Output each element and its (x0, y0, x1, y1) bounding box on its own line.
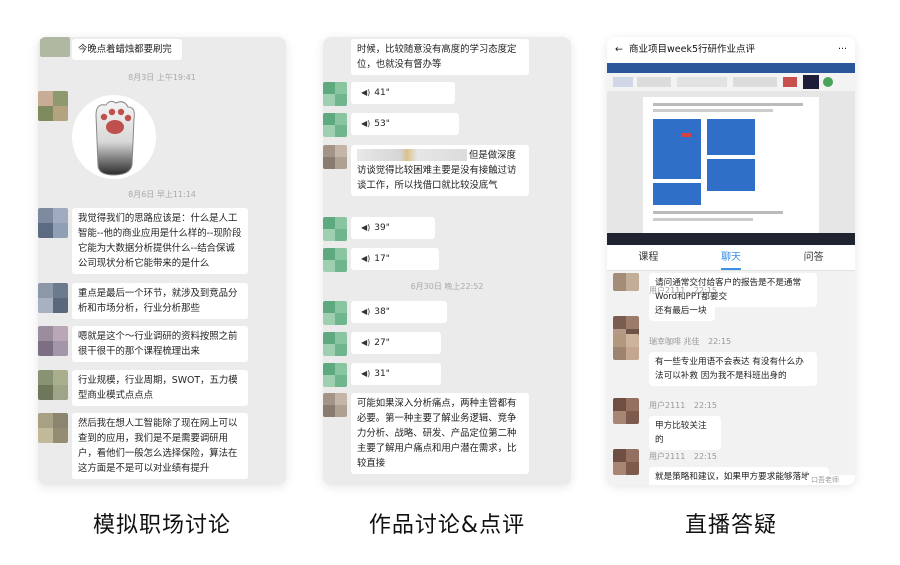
voice-wave-icon: ◀) (361, 307, 371, 316)
avatar[interactable] (38, 413, 68, 443)
timestamp: 8月3日 上午19:41 (128, 73, 196, 82)
voice-duration: 53" (374, 119, 390, 129)
chat-message: 有一些专业用语不会表达 有没有什么办法可以补救 因为我不是科班出身的 (649, 352, 817, 386)
tab-course[interactable]: 课程 (638, 245, 658, 270)
sticker-image (72, 95, 156, 179)
voice-wave-icon: ◀) (361, 88, 371, 97)
username: 用户2111 22:15 (649, 286, 717, 295)
tab-bar: 课程 聊天 问答 (607, 245, 855, 271)
message-bubble: 可能如果深入分析痛点，两种主管都有必要。第一种主要了解业务逻辑、竞争力分析、战略… (351, 393, 529, 474)
back-arrow-icon[interactable]: ← (615, 37, 623, 63)
chat-message: 甲方比较关注的 (649, 416, 721, 450)
avatar[interactable] (40, 37, 70, 57)
username: 瑞幸咖啡 兆佳 22:15 (649, 337, 732, 346)
avatar[interactable] (613, 449, 639, 475)
avatar[interactable] (323, 393, 347, 417)
voice-message[interactable]: ◀) 27" (351, 332, 441, 354)
avatar[interactable] (323, 301, 347, 325)
avatar[interactable] (323, 332, 347, 356)
caption-live-qa: 直播答疑 (684, 513, 777, 538)
avatar[interactable] (323, 113, 347, 137)
username: 用户2111 22:15 (649, 401, 717, 410)
caption-review: 作品讨论&点评 (368, 513, 526, 538)
avatar[interactable] (323, 145, 347, 169)
tab-qa[interactable]: 问答 (804, 245, 824, 270)
timestamp: 6月30日 晚上22:52 (410, 282, 484, 291)
message-bubble: 我觉得我们的思路应该是：什么是人工智能--他的商业应用是什么样的--现阶段它能为… (72, 208, 248, 274)
avatar[interactable] (38, 283, 68, 313)
voice-message[interactable]: ◀) 53" (351, 113, 459, 135)
message-bubble: 行业规模，行业周期，SWOT，五力模型商业模式点点点 (72, 370, 248, 406)
voice-wave-icon: ◀) (361, 338, 371, 347)
avatar[interactable] (323, 217, 347, 241)
voice-duration: 27" (374, 338, 390, 348)
voice-message[interactable]: ◀) 17" (351, 248, 439, 270)
chat-message: 还有最后一块 (649, 301, 715, 321)
caption-discussion: 模拟职场讨论 (92, 513, 231, 538)
message-bubble: 嗯就是这个～行业调研的资料按照之前很干很干的那个课程梳理出来 (72, 326, 248, 362)
live-title: 商业项目week5行研作业点评 (629, 44, 756, 55)
voice-wave-icon: ◀) (361, 223, 371, 232)
word-titlebar (607, 63, 855, 73)
message-bubble: 今晚点着蜡烛都要刷完 (72, 39, 182, 60)
message-bubble: 重点是最后一个环节，就涉及到竞品分析和市场分析，行业分析那些 (72, 283, 248, 319)
message-bubble: 时候，比较随意没有高度的学习态度定位，也就没有督办等 (351, 39, 529, 75)
voice-wave-icon: ◀) (361, 254, 371, 263)
tab-chat[interactable]: 聊天 (720, 245, 741, 270)
voice-wave-icon: ◀) (361, 119, 371, 128)
avatar[interactable] (323, 82, 347, 106)
live-header: ← 商业项目week5行研作业点评 ··· (607, 37, 855, 63)
voice-duration: 41" (374, 88, 390, 98)
word-ribbon (607, 73, 855, 91)
voice-duration: 17" (374, 254, 390, 264)
word-page (643, 97, 819, 233)
avatar[interactable] (323, 363, 347, 387)
avatar[interactable] (613, 273, 639, 291)
more-icon[interactable]: ··· (838, 37, 847, 63)
timestamp: 8月6日 早上11:14 (128, 190, 196, 199)
live-qa-panel: ← 商业项目week5行研作业点评 ··· 课程 聊天 问答 请问通常交付给客户… (607, 37, 855, 485)
avatar[interactable] (38, 91, 68, 121)
username: 用户2111 22:15 (649, 452, 717, 461)
redacted-text (357, 149, 467, 161)
voice-duration: 39" (374, 223, 390, 233)
message-bubble: 然后我在想人工智能除了现在网上可以查到的应用，我们是不是需要调研用户，看他们一般… (72, 413, 248, 479)
cat-paw-sticker-icon (95, 100, 135, 176)
taskbar (607, 233, 855, 245)
avatar[interactable] (613, 334, 639, 360)
word-canvas (607, 91, 855, 233)
live-video-screen[interactable] (607, 63, 855, 245)
avatar[interactable] (323, 248, 347, 272)
voice-message[interactable]: ◀) 38" (351, 301, 447, 323)
review-chat-panel: 时候，比较随意没有高度的学习态度定位，也就没有督办等 ◀) 41" ◀) 53" 但… (323, 37, 571, 485)
avatar[interactable] (38, 326, 68, 356)
voice-message[interactable]: ◀) 41" (351, 82, 455, 104)
voice-message[interactable]: ◀) 31" (351, 363, 441, 385)
discussion-chat-panel: 今晚点着蜡烛都要刷完 8月3日 上午19:41 8月6日 早上11:14 我觉得… (38, 37, 286, 485)
chat-input-hint[interactable]: 口吾老师 (807, 475, 855, 485)
voice-duration: 31" (374, 369, 390, 379)
voice-message[interactable]: ◀) 39" (351, 217, 435, 239)
avatar[interactable] (613, 398, 639, 424)
avatar[interactable] (38, 370, 68, 400)
avatar[interactable] (38, 208, 68, 238)
chat-message: 就是策略和建议，如果甲方要求能够落地 (649, 467, 829, 485)
message-bubble: 但是做深度访谈觉得比较困难主要是没有接触过访谈工作，所以找借口就比较没底气 (351, 145, 529, 196)
voice-duration: 38" (374, 307, 390, 317)
voice-wave-icon: ◀) (361, 369, 371, 378)
